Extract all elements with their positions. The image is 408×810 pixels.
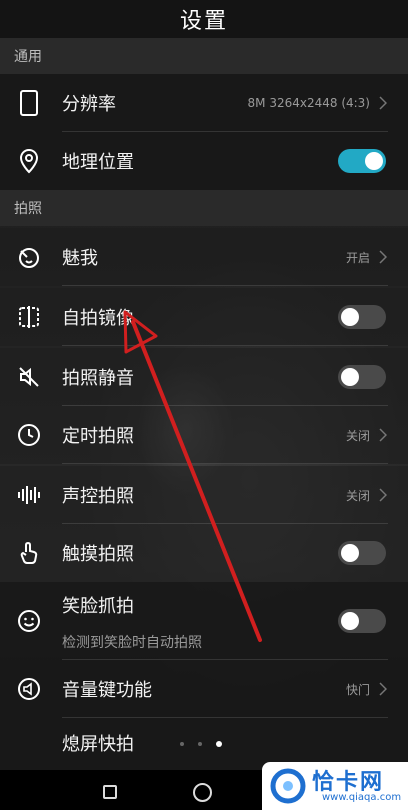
setting-label: 声控拍照 [62,486,134,507]
recents-button[interactable] [103,785,117,799]
setting-label: 笑脸抓拍 [62,596,134,617]
volume-icon [16,676,42,702]
setting-resolution[interactable]: 分辨率 8M 3264x2448 (4:3) [0,74,408,132]
setting-smile[interactable]: 笑脸抓拍 检测到笑脸时自动拍照 [0,582,408,660]
smile-face-icon [16,608,42,634]
sound-wave-icon [16,482,42,508]
mirror-icon [16,304,42,330]
setting-value: 关闭 [345,488,370,503]
chevron-right-icon [376,428,390,442]
setting-value: 8M 3264x2448 (4:3) [247,96,370,110]
setting-label: 定时拍照 [62,426,134,447]
watermark-logo-icon [270,768,306,804]
setting-timer[interactable]: 定时拍照 关闭 [0,406,408,464]
section-header-capture: 拍照 [0,190,408,226]
divider [62,345,388,346]
setting-mirror[interactable]: 自拍镜像 [0,288,408,346]
setting-mute[interactable]: 拍照静音 [0,348,408,406]
setting-beauty[interactable]: 魅我 开启 [0,228,408,286]
page-indicator [180,741,222,747]
title-bar: 设置 [0,0,408,38]
setting-label: 触摸拍照 [62,544,134,565]
touch-toggle[interactable] [338,541,386,565]
clock-icon [16,422,42,448]
page-title: 设置 [179,9,228,34]
setting-value: 开启 [345,250,370,265]
setting-label: 拍照静音 [62,368,134,389]
setting-label: 魅我 [62,248,98,269]
toggle-knob [341,612,359,630]
chevron-right-icon [376,488,390,502]
toggle-knob [341,368,359,386]
section-header-general: 通用 [0,38,408,74]
setting-sublabel: 检测到笑脸时自动拍照 [62,635,202,651]
divider [62,285,388,286]
setting-label: 地理位置 [62,152,134,173]
watermark: 恰卡网 www.qiaqa.com [262,762,408,810]
setting-voice[interactable]: 声控拍照 关闭 [0,466,408,524]
setting-label: 自拍镜像 [62,308,134,329]
setting-label: 熄屏快拍 [62,734,134,755]
page-dot-active [216,741,222,747]
speaker-mute-icon [16,364,42,390]
location-toggle[interactable] [338,149,386,173]
setting-value: 快门 [345,682,370,697]
location-pin-icon [16,148,42,174]
mirror-toggle[interactable] [338,305,386,329]
home-button[interactable] [193,783,212,802]
toggle-knob [341,308,359,326]
page-dot [198,742,202,746]
phone-outline-icon [16,90,42,116]
setting-location[interactable]: 地理位置 [0,132,408,190]
toggle-knob [341,544,359,562]
watermark-url: www.qiaqa.com [322,792,402,803]
mute-toggle[interactable] [338,365,386,389]
smile-toggle[interactable] [338,609,386,633]
chevron-right-icon [376,682,390,696]
chevron-right-icon [376,250,390,264]
touch-hand-icon [16,540,42,566]
beauty-face-icon [16,244,42,270]
divider [62,463,388,464]
toggle-knob [365,152,383,170]
setting-label: 分辨率 [62,94,116,115]
setting-value: 关闭 [345,428,370,443]
chevron-right-icon [376,96,390,110]
setting-volume-key[interactable]: 音量键功能 快门 [0,660,408,718]
setting-touch[interactable]: 触摸拍照 [0,524,408,582]
page-dot [180,742,184,746]
setting-label: 音量键功能 [62,680,152,701]
